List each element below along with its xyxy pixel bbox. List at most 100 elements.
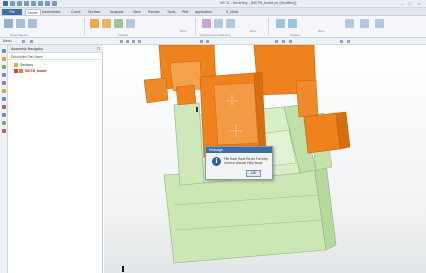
orange-top-body[interactable]: [143, 45, 351, 158]
tab-home[interactable]: Home: [25, 9, 41, 15]
column-descriptive-part-name: Descriptive Part Name: [11, 55, 43, 59]
ok-button[interactable]: OK: [246, 170, 261, 177]
hd3d-tools-icon[interactable]: [2, 81, 6, 85]
extrude-icon[interactable]: [90, 19, 99, 28]
snap-end-icon[interactable]: [126, 40, 129, 43]
window-switch-icon[interactable]: [52, 1, 57, 6]
delete-face-icon[interactable]: [226, 19, 235, 28]
assembly-icon: [19, 68, 23, 73]
group-separator: [195, 18, 196, 36]
group-direct-sketch: Direct Sketch: [10, 33, 28, 37]
rotate-icon[interactable]: [289, 40, 292, 43]
unite-icon[interactable]: [114, 19, 123, 28]
sketch-icon[interactable]: [4, 19, 13, 28]
group-feature: Feature: [118, 33, 129, 37]
view-orient-icon[interactable]: [200, 40, 203, 43]
tab-s-mold[interactable]: S_Mold: [226, 9, 238, 15]
redo-icon[interactable]: [24, 1, 29, 6]
snap-point-icon[interactable]: [120, 40, 123, 43]
pin-icon[interactable]: ⊓: [97, 46, 100, 51]
resource-bar: [0, 45, 8, 273]
tab-application[interactable]: application: [195, 9, 212, 15]
history-icon[interactable]: [2, 97, 6, 101]
copy-icon[interactable]: [38, 1, 43, 6]
tab-render[interactable]: Render: [148, 9, 160, 15]
select-scope-icon[interactable]: [30, 40, 33, 43]
checkbox-icon[interactable]: [14, 68, 18, 73]
group-surface: Surface: [290, 33, 301, 37]
process-studio-icon[interactable]: [2, 105, 6, 109]
wcs-icon[interactable]: [275, 40, 278, 43]
system-scenes-icon[interactable]: [2, 121, 6, 125]
snap-mid-icon[interactable]: [132, 40, 135, 43]
close-icon[interactable]: ×: [415, 1, 423, 6]
menu-dropdown[interactable]: Menu: [3, 39, 11, 43]
hole-icon[interactable]: [102, 19, 111, 28]
part-navigator-icon[interactable]: [2, 65, 6, 69]
mouse-cursor: [122, 266, 124, 272]
tab-tools[interactable]: Tools: [167, 9, 175, 15]
web-browser-icon[interactable]: [2, 89, 6, 93]
group-separator: [268, 18, 269, 36]
tree-item-motb-board[interactable]: MOTB_board: [8, 68, 103, 73]
constraint-navigator-icon[interactable]: [2, 57, 6, 61]
tab-view[interactable]: View: [133, 9, 141, 15]
assembly-navigator-icon[interactable]: [2, 49, 6, 53]
navigator-column-header[interactable]: Descriptive Part Name: [8, 54, 103, 60]
navigator-header: Assembly Navigator ⊓: [8, 45, 103, 53]
view-icon[interactable]: [345, 19, 354, 28]
reuse-library-icon[interactable]: [2, 73, 6, 77]
tab-curve[interactable]: Curve: [71, 9, 81, 15]
measure-icon[interactable]: [347, 40, 350, 43]
title-bar: NX 11 - Modeling - [MOTB_board.prt (Modi…: [0, 0, 426, 8]
cut-icon[interactable]: [31, 1, 36, 6]
more-sync-label[interactable]: More: [250, 29, 256, 33]
tree-item-label: Sections: [20, 62, 34, 67]
display-icon[interactable]: [375, 19, 384, 28]
group-synchronous-modeling: Synchronous Modeling: [200, 33, 231, 37]
navigator-title: Assembly Navigator: [11, 47, 43, 51]
roles-icon[interactable]: [2, 113, 6, 117]
info-icon: i: [212, 157, 221, 166]
filter-icon[interactable]: [22, 40, 25, 43]
dialog-title: Message: [209, 148, 223, 152]
through-curve-mesh-icon[interactable]: [276, 19, 285, 28]
pull-face-icon[interactable]: [214, 19, 223, 28]
selection-toolbar: Menu: [0, 38, 426, 45]
more-surface-label[interactable]: More: [318, 29, 324, 33]
zoom-icon[interactable]: [282, 40, 285, 43]
datum-marker: [196, 107, 198, 112]
edge-blend-icon[interactable]: [126, 19, 135, 28]
tab-surface[interactable]: Surface: [88, 9, 100, 15]
assembly-navigator: Assembly Navigator ⊓ Descriptive Part Na…: [8, 45, 103, 273]
message-dialog: Message i File Save Save Errors For help…: [205, 146, 273, 180]
render-style-icon[interactable]: [206, 40, 209, 43]
tree-item-sections[interactable]: Sections: [8, 62, 103, 67]
save-icon[interactable]: [10, 1, 15, 6]
window-title: NX 11 - Modeling - [MOTB_board.prt (Modi…: [220, 1, 297, 5]
folder-icon: [14, 62, 18, 67]
maximize-icon[interactable]: □: [406, 1, 414, 6]
dialog-title-bar[interactable]: Message: [206, 147, 272, 153]
tab-analysis[interactable]: Analysis: [110, 9, 123, 15]
tree-item-label: MOTB_board: [25, 68, 47, 73]
menu-bar: File Home Assemblies Curve Surface Analy…: [0, 8, 426, 16]
undo-icon[interactable]: [17, 1, 22, 6]
paste-icon[interactable]: [45, 1, 50, 6]
arc-icon[interactable]: [28, 19, 37, 28]
studio-surface-icon[interactable]: [288, 19, 297, 28]
tab-assemblies[interactable]: Assemblies: [42, 9, 60, 15]
nx-logo-icon: [3, 1, 8, 6]
snap-center-icon[interactable]: [138, 40, 141, 43]
ribbon: Direct Sketch More Feature More Synchron…: [0, 16, 426, 38]
minimize-icon[interactable]: –: [398, 1, 406, 6]
file-menu[interactable]: File: [2, 9, 22, 15]
more-feature-label[interactable]: More: [180, 29, 186, 33]
manufacturing-wizard-icon[interactable]: [2, 129, 6, 133]
move-face-icon[interactable]: [202, 19, 211, 28]
layer-icon[interactable]: [360, 19, 369, 28]
clip-icon[interactable]: [340, 40, 343, 43]
group-separator: [84, 18, 85, 36]
tab-pmi[interactable]: PMI: [182, 9, 188, 15]
line-icon[interactable]: [16, 19, 25, 28]
